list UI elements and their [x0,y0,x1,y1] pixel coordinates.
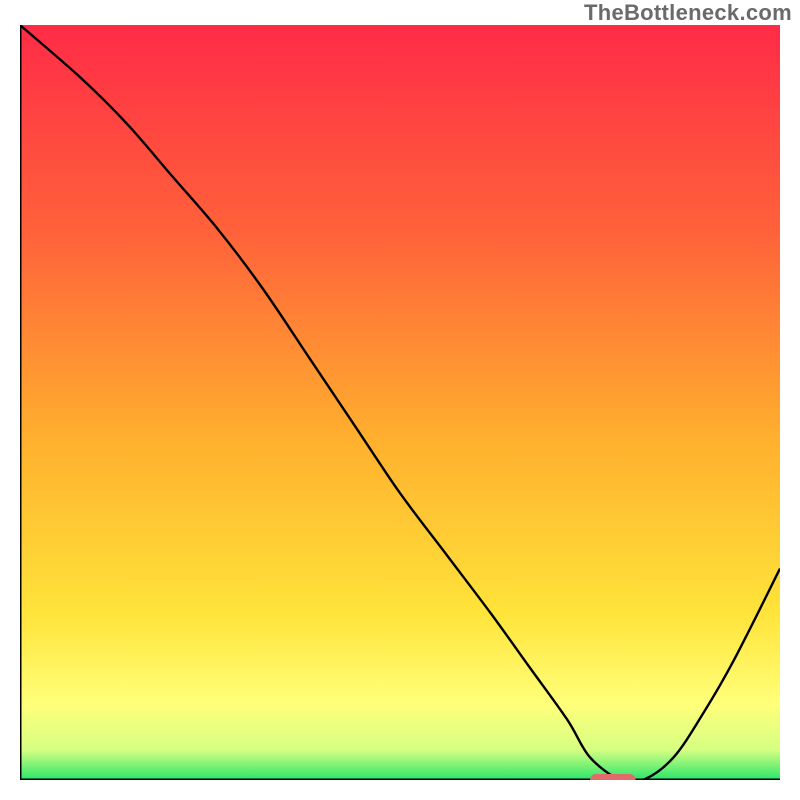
bottleneck-chart [20,25,780,780]
watermark-text: TheBottleneck.com [584,0,792,26]
chart-frame: TheBottleneck.com [0,0,800,800]
optimal-marker [590,774,636,780]
gradient-background [20,25,780,780]
plot-area [20,25,780,780]
